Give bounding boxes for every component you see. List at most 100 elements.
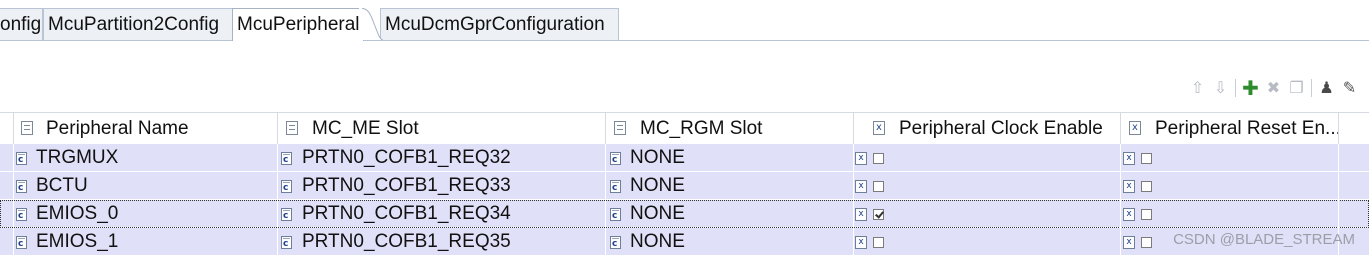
boolean-value-icon: x: [1123, 236, 1135, 249]
mc-rgm-slot-cell[interactable]: c NONE: [606, 172, 854, 200]
peripheral-reset-enable-cell[interactable]: x: [1121, 144, 1339, 172]
boolean-value-icon: x: [1123, 208, 1135, 221]
edit-icon[interactable]: ✎: [1338, 77, 1361, 99]
peripheral-clock-enable-cell[interactable]: x: [854, 172, 1121, 200]
string-value-icon-glyph: c: [18, 211, 24, 221]
string-value-icon-glyph: c: [612, 155, 618, 165]
peripheral-name-cell-text: TRGMUX: [36, 147, 119, 168]
boolean-value-icon: x: [855, 180, 867, 193]
column-header-mc-rgm-slot[interactable]: MC_RGM Slot: [606, 113, 854, 144]
text-field-icon: [614, 121, 626, 135]
string-value-icon: c: [281, 152, 292, 165]
string-value-icon-glyph: c: [612, 211, 618, 221]
mc-me-slot-cell[interactable]: c PRTN0_COFB1_REQ33: [278, 172, 606, 200]
peripheral-name-cell[interactable]: c TRGMUX: [14, 144, 278, 172]
checkbox-checked[interactable]: [873, 209, 884, 220]
checkbox-unchecked[interactable]: [873, 153, 884, 164]
checkbox-unchecked[interactable]: [1141, 153, 1152, 164]
peripheral-clock-enable-cell[interactable]: x: [854, 144, 1121, 172]
table-row[interactable]: c BCTU c PRTN0_COFB1_REQ33 c NONE x x: [0, 172, 1369, 200]
string-value-icon: c: [16, 180, 27, 193]
peripheral-name-cell[interactable]: c EMIOS_1: [14, 228, 278, 256]
string-value-icon-glyph: c: [283, 239, 289, 249]
row-header-spacer: [0, 113, 14, 144]
string-value-icon: c: [610, 208, 621, 221]
checkbox-unchecked[interactable]: [873, 237, 884, 248]
editor-tab-bar: onfig McuPartition2Config McuPeripheral …: [0, 0, 1369, 42]
active-tab-curve: [359, 8, 383, 41]
checkbox-unchecked[interactable]: [1141, 237, 1152, 248]
string-value-icon-glyph: c: [18, 239, 24, 249]
person-icon[interactable]: ♟: [1315, 77, 1338, 99]
mc-me-slot-cell[interactable]: c PRTN0_COFB1_REQ34: [278, 200, 606, 228]
string-value-icon-glyph: c: [612, 239, 618, 249]
string-value-icon-glyph: c: [612, 183, 618, 193]
column-header-label: Peripheral Clock Enable: [899, 118, 1103, 139]
mc-rgm-slot-cell-text: NONE: [630, 175, 685, 196]
mc-rgm-slot-cell-text: NONE: [630, 231, 685, 252]
tab-mcu-partition2-config[interactable]: McuPartition2Config: [43, 8, 233, 40]
row-header-cell: [0, 200, 14, 228]
move-down-icon[interactable]: ⇩: [1209, 77, 1232, 99]
string-value-icon: c: [281, 180, 292, 193]
mc-me-slot-cell-text: PRTN0_COFB1_REQ35: [302, 231, 511, 252]
string-value-icon-glyph: c: [283, 183, 289, 193]
mc-me-slot-cell-text: PRTN0_COFB1_REQ33: [302, 175, 511, 196]
boolean-value-icon: x: [1123, 180, 1135, 193]
column-header-peripheral-name[interactable]: Peripheral Name: [14, 113, 278, 144]
toolbar-separator: [1235, 79, 1236, 97]
boolean-icon: x: [1129, 121, 1141, 135]
string-value-icon: c: [16, 236, 27, 249]
table-row[interactable]: c TRGMUX c PRTN0_COFB1_REQ32 c NONE x x: [0, 144, 1369, 172]
tab-label: McuPeripheral: [237, 14, 360, 35]
tab-label: onfig: [0, 14, 42, 35]
mc-rgm-slot-cell-text: NONE: [630, 147, 685, 168]
tab-label: McuPartition2Config: [48, 14, 220, 35]
peripheral-reset-enable-cell[interactable]: x: [1121, 200, 1339, 228]
column-header-peripheral-reset-enable[interactable]: x Peripheral Reset En...: [1121, 113, 1339, 144]
table-row[interactable]: c EMIOS_1 c PRTN0_COFB1_REQ35 c NONE x x: [0, 228, 1369, 256]
mc-me-slot-cell[interactable]: c PRTN0_COFB1_REQ32: [278, 144, 606, 172]
string-value-icon: c: [610, 152, 621, 165]
peripheral-clock-enable-cell[interactable]: x: [854, 200, 1121, 228]
mc-rgm-slot-cell[interactable]: c NONE: [606, 200, 854, 228]
boolean-value-icon: x: [1123, 152, 1135, 165]
string-value-icon: c: [610, 180, 621, 193]
table-row[interactable]: c EMIOS_0 c PRTN0_COFB1_REQ34 c NONE x x: [0, 200, 1369, 228]
mc-rgm-slot-cell[interactable]: c NONE: [606, 144, 854, 172]
tab-mcu-peripheral[interactable]: McuPeripheral: [232, 8, 364, 41]
column-header-mc-me-slot[interactable]: MC_ME Slot: [278, 113, 606, 144]
string-value-icon: c: [16, 152, 27, 165]
row-header-cell: [0, 144, 14, 172]
mc-me-slot-cell[interactable]: c PRTN0_COFB1_REQ35: [278, 228, 606, 256]
table-header: Peripheral Name MC_ME Slot MC_RGM Slot x…: [0, 112, 1369, 145]
string-value-icon: c: [610, 236, 621, 249]
watermark: CSDN @BLADE_STREAM: [1173, 231, 1355, 248]
tab-partial-config[interactable]: onfig: [0, 8, 43, 40]
peripheral-clock-enable-cell[interactable]: x: [854, 228, 1121, 256]
tab-bar-divider: [0, 40, 1369, 41]
mc-rgm-slot-cell[interactable]: c NONE: [606, 228, 854, 256]
remove-icon[interactable]: ✖: [1262, 77, 1285, 99]
column-header-label: Peripheral Reset En...: [1155, 118, 1339, 139]
checkbox-unchecked[interactable]: [873, 181, 884, 192]
boolean-value-icon: x: [855, 208, 867, 221]
peripheral-name-cell[interactable]: c EMIOS_0: [14, 200, 278, 228]
text-field-icon: [286, 121, 298, 135]
boolean-value-icon: x: [855, 152, 867, 165]
text-field-icon: [21, 121, 33, 135]
peripheral-name-cell[interactable]: c BCTU: [14, 172, 278, 200]
checkbox-unchecked[interactable]: [1141, 181, 1152, 192]
string-value-icon: c: [281, 208, 292, 221]
peripheral-name-cell-text: EMIOS_0: [36, 203, 119, 224]
peripheral-reset-enable-cell[interactable]: x: [1121, 172, 1339, 200]
column-header-peripheral-clock-enable[interactable]: x Peripheral Clock Enable: [854, 113, 1121, 144]
add-icon[interactable]: ✚: [1239, 77, 1262, 100]
copy-icon[interactable]: ❐: [1285, 77, 1308, 99]
column-header-label: MC_ME Slot: [312, 118, 419, 139]
move-up-icon[interactable]: ⇧: [1186, 77, 1209, 99]
checkbox-unchecked[interactable]: [1141, 209, 1152, 220]
peripheral-name-cell-text: BCTU: [36, 175, 88, 196]
tab-mcu-dcm-gpr-configuration[interactable]: McuDcmGprConfiguration: [380, 8, 619, 40]
column-header-label: Peripheral Name: [46, 118, 189, 139]
